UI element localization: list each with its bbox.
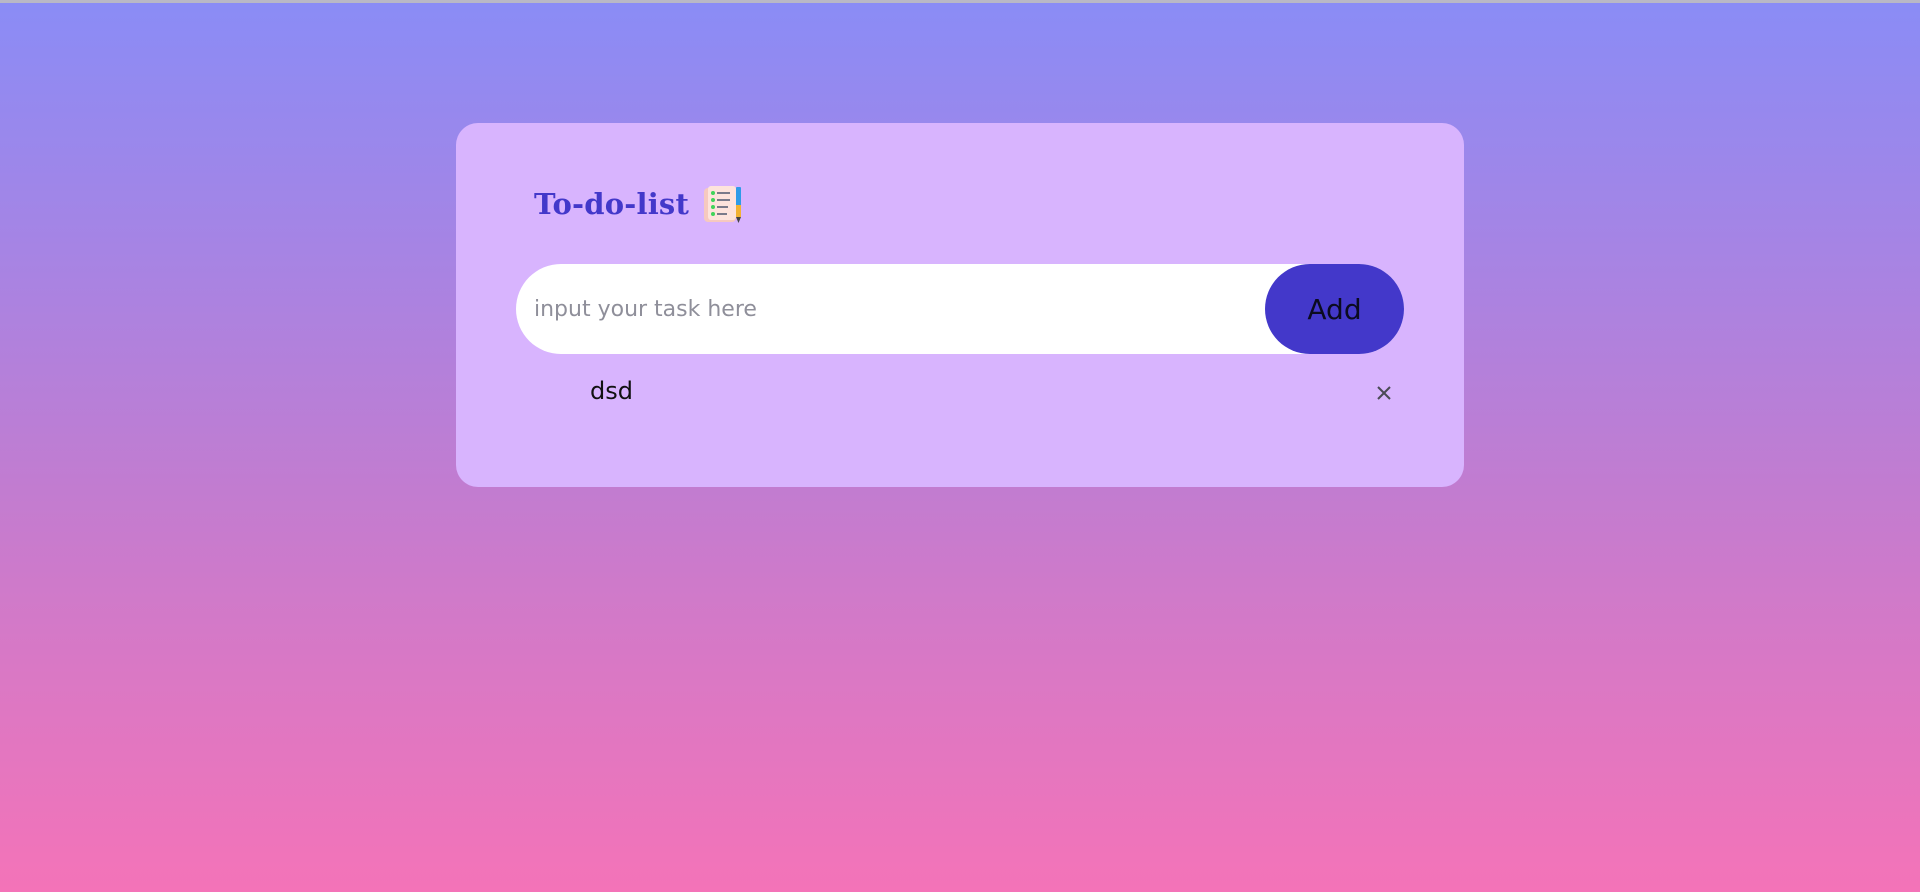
window-top-border xyxy=(0,0,1920,3)
page-title: To-do-list xyxy=(534,187,690,221)
add-button[interactable]: Add xyxy=(1265,264,1404,354)
list-item[interactable]: dsd xyxy=(456,371,1464,411)
todo-card: To-do-list Add dsd xyxy=(456,123,1464,487)
task-input[interactable] xyxy=(534,264,1254,354)
task-text: dsd xyxy=(590,377,633,405)
list-notepad-icon xyxy=(701,183,743,225)
task-list: dsd xyxy=(456,371,1464,411)
header: To-do-list xyxy=(534,183,743,225)
task-input-row: Add xyxy=(516,264,1404,354)
close-icon[interactable] xyxy=(1374,383,1394,403)
